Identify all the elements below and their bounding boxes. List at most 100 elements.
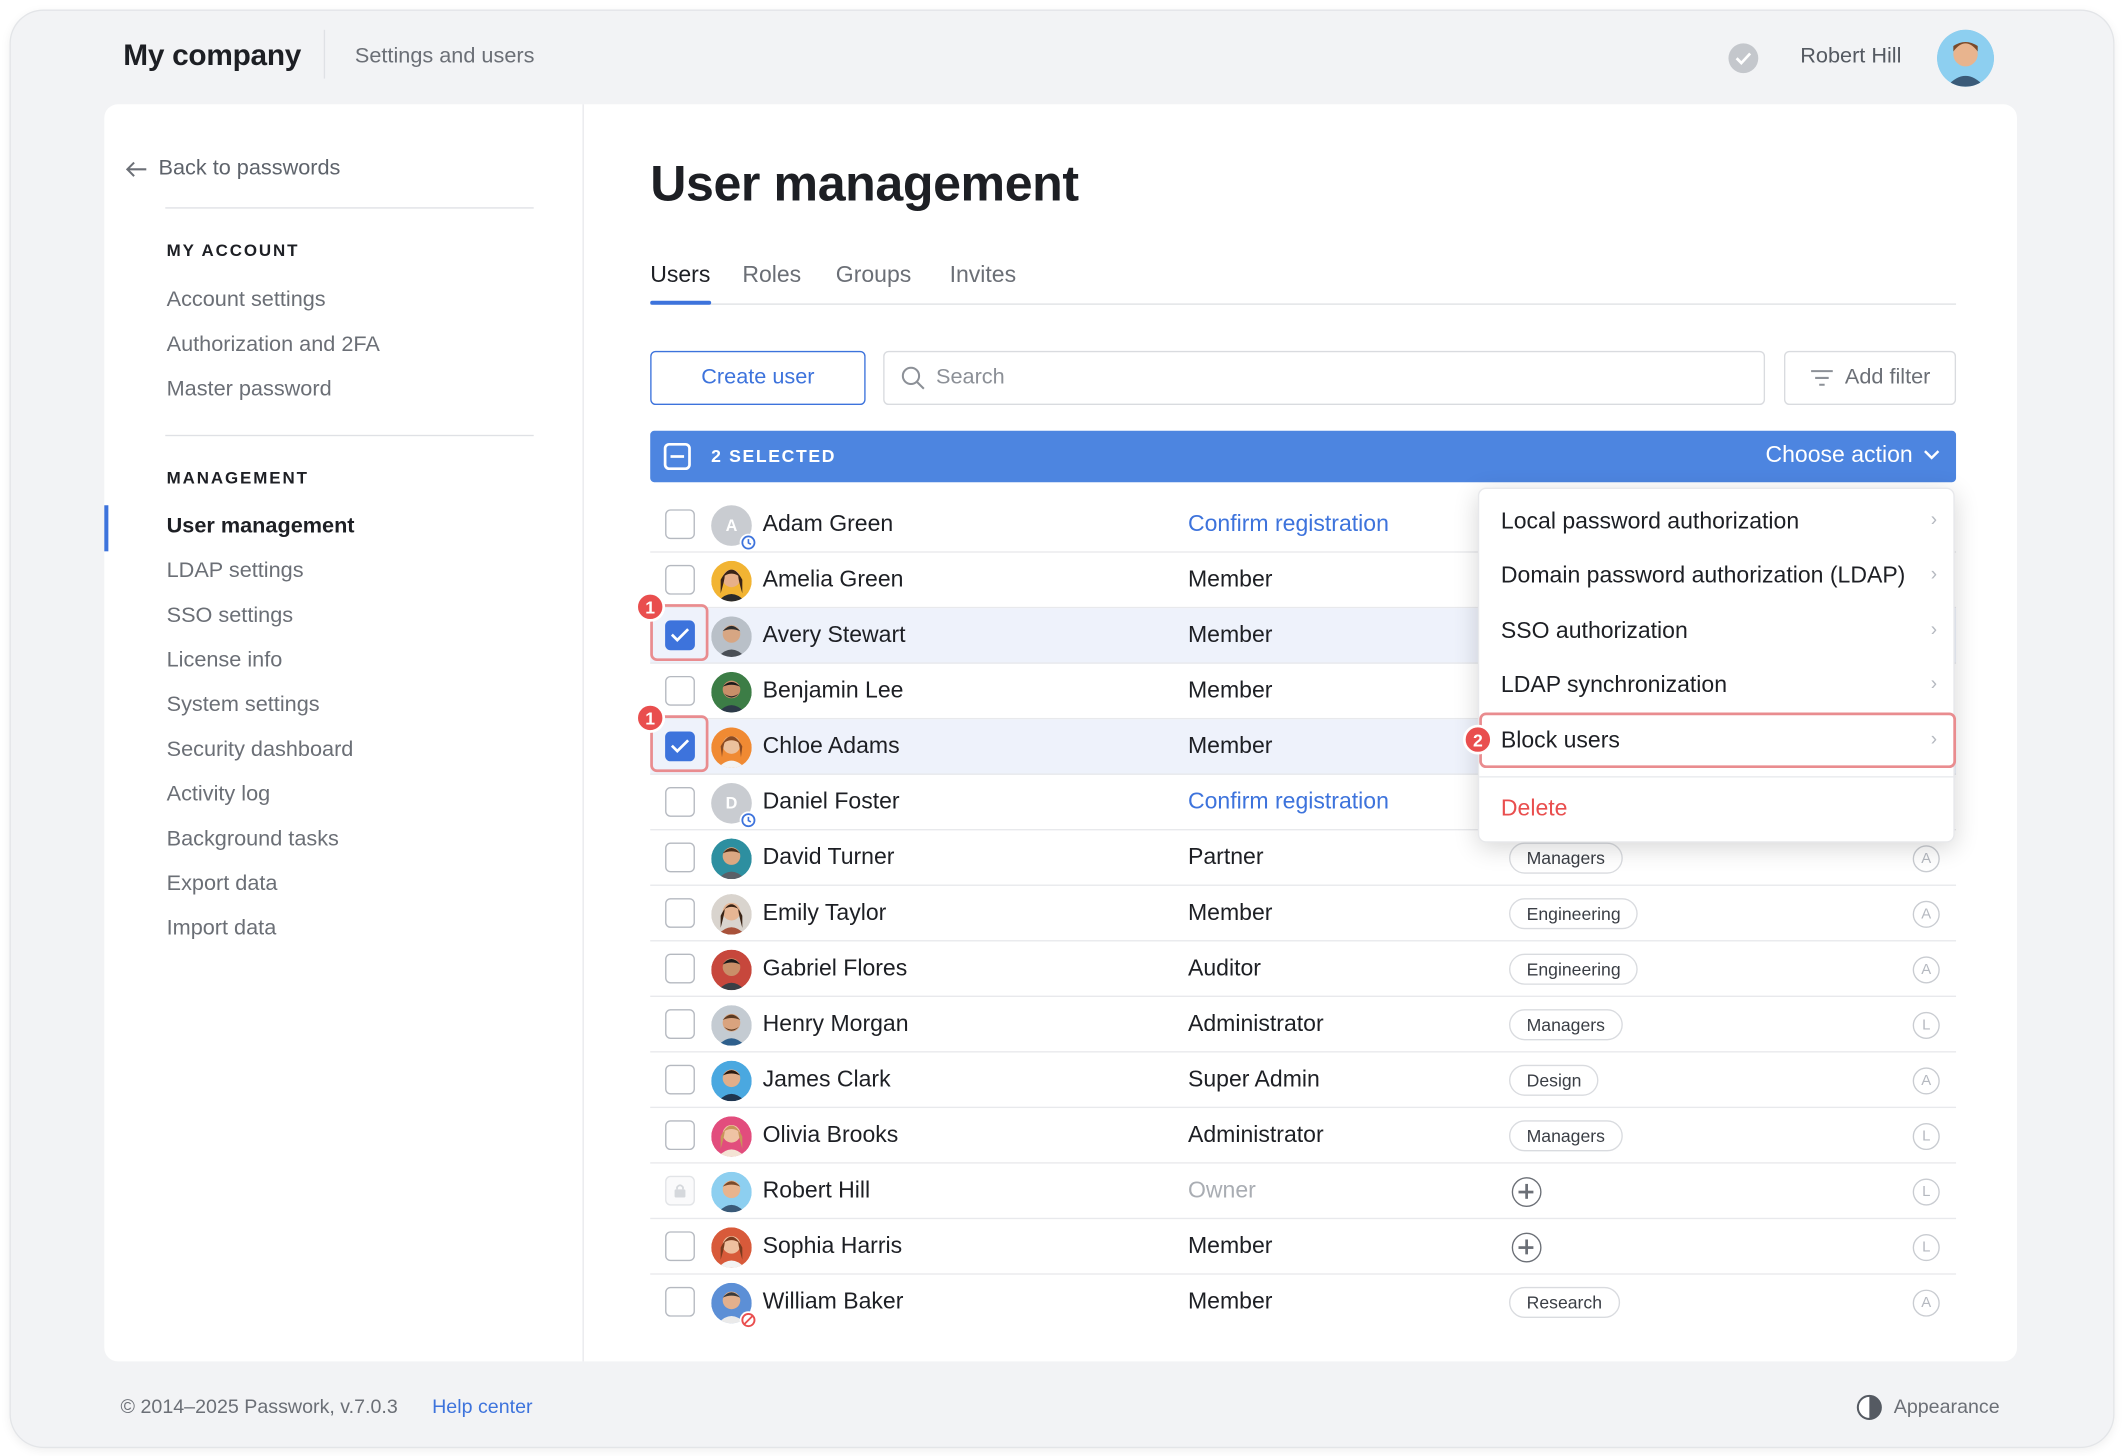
- step-badge: 1: [635, 591, 666, 622]
- auth-type-icon: L: [1912, 1234, 1940, 1262]
- appearance-toggle[interactable]: Appearance: [1856, 1394, 2000, 1421]
- choose-action-button[interactable]: Choose action: [1765, 441, 1940, 469]
- chevron-right-icon: ›: [1930, 507, 1938, 530]
- add-group-icon[interactable]: [1511, 1232, 1542, 1263]
- current-user-name[interactable]: Robert Hill: [1800, 45, 1901, 69]
- sidebar-item-account-settings[interactable]: Account settings: [167, 289, 326, 313]
- breadcrumb: Settings and users: [354, 44, 535, 68]
- group-tag[interactable]: Engineering: [1509, 953, 1639, 985]
- table-row[interactable]: Olivia Brooks Administrator Managers L: [650, 1108, 1957, 1164]
- menu-item-sso-authorization[interactable]: SSO authorization: [1501, 618, 1688, 645]
- table-row[interactable]: Emily Taylor Member Engineering A: [650, 886, 1957, 942]
- sidebar-item-license-info[interactable]: License info: [167, 649, 283, 673]
- menu-item-local-password-authorization[interactable]: Local password authorization: [1501, 508, 1799, 535]
- table-row[interactable]: Sophia Harris Member L: [650, 1219, 1957, 1275]
- row-checkbox[interactable]: [665, 1009, 695, 1039]
- user-role: Member: [1187, 566, 1273, 592]
- selection-bar: 2 SELECTED Choose action: [650, 430, 1957, 483]
- search-input[interactable]: [936, 365, 1722, 391]
- tab-roles[interactable]: Roles: [742, 261, 801, 288]
- row-checkbox[interactable]: [665, 1120, 695, 1151]
- sidebar-item-system-settings[interactable]: System settings: [167, 694, 320, 718]
- tab-invites[interactable]: Invites: [950, 261, 1017, 288]
- brand-title[interactable]: My company: [123, 38, 301, 73]
- add-group-icon[interactable]: [1511, 1177, 1542, 1207]
- sidebar-item-activity-log[interactable]: Activity log: [167, 783, 271, 807]
- active-indicator: [104, 505, 109, 552]
- row-checkbox[interactable]: [665, 1064, 695, 1095]
- user-role: Partner: [1187, 843, 1264, 870]
- group-tag[interactable]: Managers: [1509, 1009, 1623, 1041]
- user-role: Member: [1187, 621, 1273, 648]
- search-icon: [901, 366, 925, 390]
- table-row[interactable]: Gabriel Flores Auditor Engineering A: [650, 941, 1957, 997]
- user-role: Super Admin: [1187, 1066, 1320, 1092]
- row-checkbox[interactable]: [665, 731, 695, 762]
- auth-type-icon: A: [1912, 956, 1940, 984]
- user-role: Member: [1187, 732, 1273, 759]
- confirm-registration-link[interactable]: Confirm registration: [1188, 788, 1389, 815]
- group-tag[interactable]: Managers: [1509, 1120, 1623, 1152]
- user-name: James Clark: [762, 1066, 891, 1092]
- user-role: Auditor: [1187, 954, 1261, 981]
- avatar: [711, 671, 752, 713]
- row-checkbox[interactable]: [665, 675, 695, 706]
- row-checkbox[interactable]: [665, 953, 695, 984]
- row-checkbox[interactable]: [665, 1231, 695, 1262]
- row-checkbox[interactable]: [665, 1286, 695, 1317]
- sidebar-item-import-data[interactable]: Import data: [167, 917, 277, 941]
- avatar: [711, 727, 752, 769]
- tab-users[interactable]: Users: [650, 261, 710, 288]
- row-checkbox[interactable]: [665, 509, 695, 540]
- user-name: Emily Taylor: [762, 899, 887, 926]
- menu-item-domain-password-authorization[interactable]: Domain password authorization (LDAP): [1501, 562, 1905, 589]
- choose-action-label: Choose action: [1765, 441, 1913, 468]
- confirm-registration-link[interactable]: Confirm registration: [1188, 511, 1389, 538]
- sidebar-divider-1: [165, 207, 534, 209]
- sidebar-item-user-management[interactable]: User management: [167, 515, 355, 539]
- lock-icon: [674, 1184, 686, 1198]
- help-center-link[interactable]: Help center: [432, 1397, 532, 1419]
- clock-icon: [739, 533, 758, 552]
- table-row[interactable]: Henry Morgan Administrator Managers L: [650, 997, 1957, 1053]
- sidebar-item-background-tasks[interactable]: Background tasks: [167, 828, 339, 852]
- deselect-all-checkbox[interactable]: [663, 442, 691, 471]
- auth-type-icon: A: [1912, 900, 1940, 928]
- user-avatar[interactable]: [1937, 29, 1994, 87]
- back-label: Back to passwords: [158, 157, 341, 181]
- menu-item-ldap-synchronization[interactable]: LDAP synchronization: [1501, 672, 1727, 699]
- create-user-button[interactable]: Create user: [650, 350, 866, 406]
- sidebar-item-export-data[interactable]: Export data: [167, 872, 278, 896]
- sidebar-item-master-password[interactable]: Master password: [167, 378, 332, 402]
- add-filter-label: Add filter: [1844, 365, 1931, 389]
- user-name: Daniel Foster: [762, 788, 900, 815]
- chevron-down-icon: [1924, 450, 1940, 460]
- row-checkbox[interactable]: [665, 620, 695, 651]
- tab-groups[interactable]: Groups: [836, 261, 912, 288]
- avatar: A: [711, 505, 758, 552]
- menu-item-delete[interactable]: Delete: [1501, 795, 1568, 822]
- user-role: Member: [1187, 1288, 1273, 1314]
- sidebar-item-sso-settings[interactable]: SSO settings: [167, 604, 293, 628]
- avatar: [711, 1282, 758, 1329]
- sidebar-item-security-dashboard[interactable]: Security dashboard: [167, 738, 354, 762]
- table-row[interactable]: William Baker Member Research A: [650, 1275, 1956, 1331]
- sidebar-item-ldap-settings[interactable]: LDAP settings: [167, 559, 304, 583]
- group-tag[interactable]: Design: [1509, 1064, 1600, 1096]
- chevron-right-icon: ›: [1930, 617, 1938, 640]
- sidebar-item-authorization-2fa[interactable]: Authorization and 2FA: [167, 333, 380, 357]
- back-to-passwords-link[interactable]: Back to passwords: [125, 157, 341, 181]
- group-tag[interactable]: Research: [1509, 1286, 1620, 1319]
- row-checkbox[interactable]: [665, 787, 695, 817]
- group-tag[interactable]: Managers: [1509, 842, 1623, 874]
- row-checkbox[interactable]: [665, 842, 695, 873]
- row-checkbox[interactable]: [665, 564, 695, 595]
- menu-item-block-users[interactable]: Block users: [1501, 727, 1620, 754]
- table-row[interactable]: James Clark Super Admin Design A: [650, 1053, 1957, 1109]
- row-checkbox[interactable]: [665, 898, 695, 928]
- group-tag[interactable]: Engineering: [1509, 898, 1639, 930]
- add-filter-button[interactable]: Add filter: [1784, 350, 1957, 406]
- check-status-icon[interactable]: [1728, 43, 1759, 74]
- table-row: Robert Hill Owner L: [650, 1164, 1957, 1220]
- user-name: David Turner: [762, 843, 895, 870]
